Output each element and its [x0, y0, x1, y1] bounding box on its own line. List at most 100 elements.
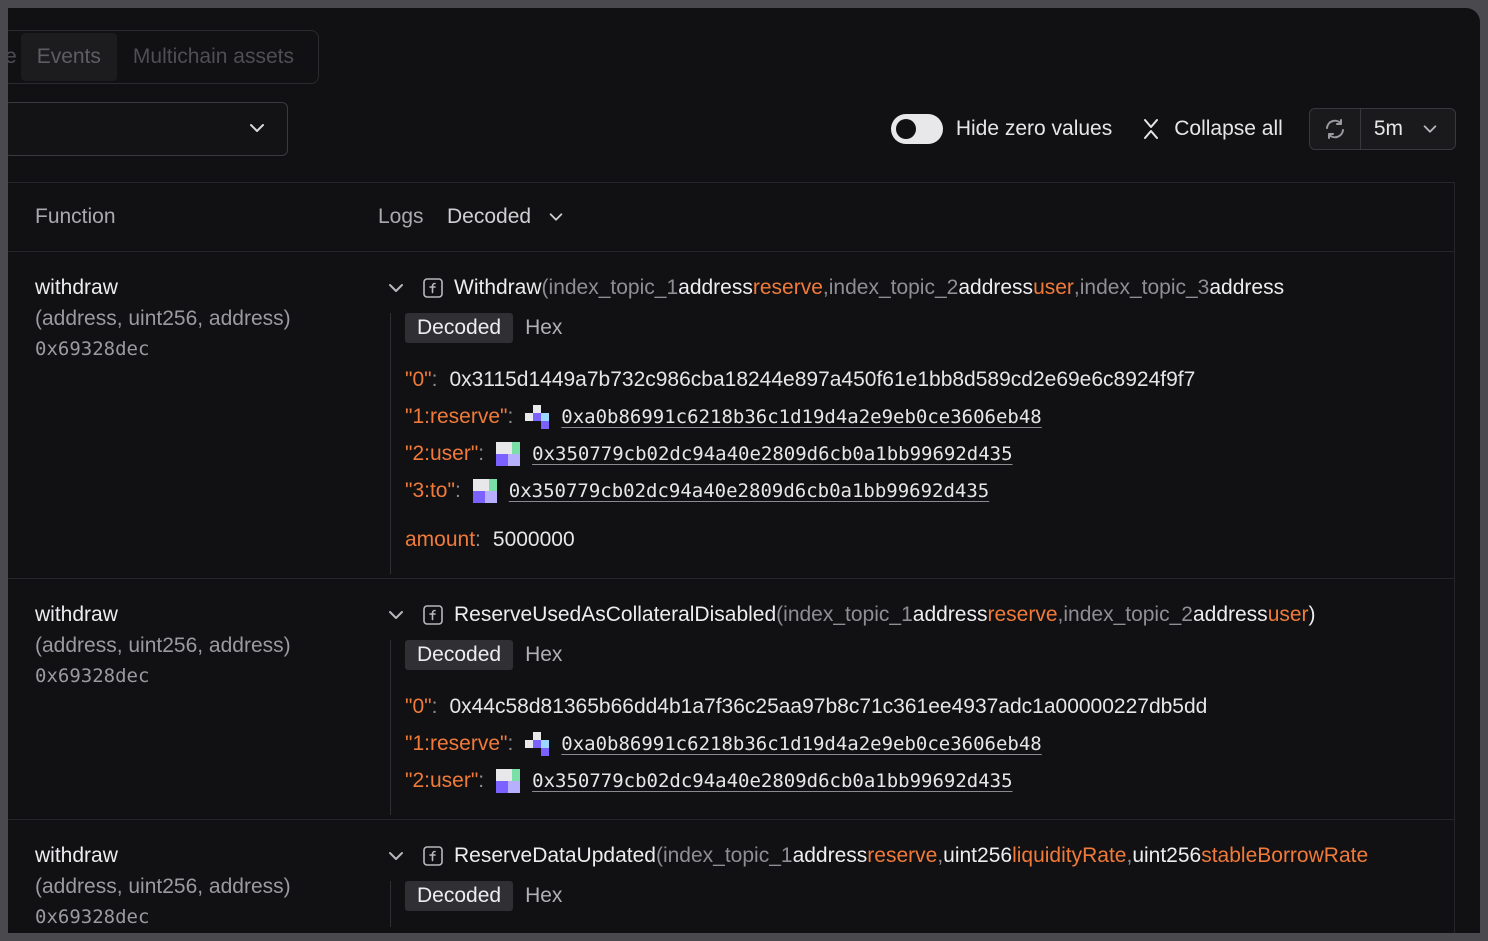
chevron-down-icon[interactable] — [386, 278, 406, 298]
tab-hex[interactable]: Hex — [513, 313, 574, 343]
event-param-name: user — [1267, 602, 1309, 626]
event-header[interactable]: Withdraw (index_topic_1 address reserve,… — [386, 272, 1436, 303]
topic-field: "3:to": 0x350779cb02dc94a40e2809d6cb0a1b… — [405, 472, 1436, 509]
address-link[interactable]: 0x350779cb02dc94a40e2809d6cb0a1bb99692d4… — [509, 480, 989, 502]
topic-field: "1:reserve": 0xa0b86991c6218b36c1d19d4a2… — [405, 398, 1436, 435]
address-avatar-icon — [496, 768, 521, 793]
field-colon: : — [478, 768, 485, 792]
event-param-label: index_topic_1 — [783, 602, 913, 626]
address-link[interactable]: 0xa0b86991c6218b36c1d19d4a2e9eb0ce3606eb… — [561, 733, 1041, 755]
topic-field: "2:user": 0x350779cb02dc94a40e2809d6cb0a… — [405, 762, 1436, 799]
view-tabs: Decoded Hex — [405, 881, 1436, 911]
field-colon: : — [507, 404, 514, 428]
chevron-down-icon[interactable] — [386, 605, 406, 625]
tab-partial[interactable]: e — [8, 33, 21, 81]
logs-mode-select[interactable]: Decoded — [447, 205, 565, 229]
view-tabs: Decoded Hex — [405, 313, 1436, 343]
tab-multichain-assets[interactable]: Multichain assets — [117, 33, 310, 81]
event-param-type: address — [1209, 275, 1285, 299]
function-name: withdraw — [35, 276, 118, 299]
col-function: Function — [35, 205, 116, 228]
hide-zero-label: Hide zero values — [955, 117, 1113, 140]
event-header[interactable]: ReserveDataUpdated (index_topic_1 addres… — [386, 840, 1436, 871]
field-colon: : — [431, 367, 438, 391]
table-row: withdraw (address, uint256, address) 0x6… — [8, 820, 1454, 933]
app-frame: e Events Multichain assets Hide zero val… — [8, 8, 1480, 933]
collapse-all-button[interactable]: Collapse all — [1142, 117, 1283, 141]
function-signature: (address, uint256, address) — [35, 634, 291, 657]
function-selector: 0x69328dec — [35, 665, 150, 687]
tab-decoded[interactable]: Decoded — [405, 881, 514, 911]
topic-field: "2:user": 0x350779cb02dc94a40e2809d6cb0a… — [405, 435, 1436, 472]
log-cell: ReserveDataUpdated (index_topic_1 addres… — [386, 840, 1436, 927]
event-param-name: liquidityRate — [1012, 843, 1127, 867]
field-colon: : — [431, 694, 438, 718]
tab-events[interactable]: Events — [20, 33, 117, 81]
chevron-down-icon — [549, 213, 563, 221]
view-tabs: Decoded Hex — [405, 640, 1436, 670]
address-link[interactable]: 0x350779cb02dc94a40e2809d6cb0a1bb99692d4… — [532, 770, 1012, 792]
event-body: Decoded Hex — [390, 881, 1436, 927]
event-paren: ( — [655, 843, 663, 867]
event-name: ReserveUsedAsCollateralDisabled — [454, 602, 777, 626]
field-colon: : — [475, 527, 481, 551]
field-key: "0" — [405, 694, 432, 718]
logs-mode-value: Decoded — [447, 205, 532, 228]
field-value: 0x44c58d81365b66dd4b1a7f36c25aa97b8c71c3… — [449, 694, 1208, 718]
event-param-name: reserve — [752, 275, 823, 299]
function-signature: (address, uint256, address) — [35, 875, 291, 898]
field-key: "2:user" — [405, 768, 479, 792]
log-cell: Withdraw (index_topic_1 address reserve,… — [386, 272, 1436, 574]
event-param-type: address — [912, 602, 988, 626]
refresh-button[interactable] — [1310, 109, 1361, 149]
topic-field: "1:reserve": 0xa0b86991c6218b36c1d19d4a2… — [405, 725, 1436, 762]
tab-hex[interactable]: Hex — [513, 881, 574, 911]
tab-decoded[interactable]: Decoded — [405, 313, 514, 343]
collapse-icon — [1144, 119, 1159, 139]
field-colon: : — [478, 441, 485, 465]
function-cell: withdraw (address, uint256, address) 0x6… — [35, 599, 291, 692]
event-param-type: address — [1192, 602, 1268, 626]
event-param-type: uint256 — [943, 843, 1013, 867]
function-name: withdraw — [35, 603, 118, 626]
field-key: "2:user" — [405, 441, 479, 465]
table-row: withdraw (address, uint256, address) 0x6… — [8, 579, 1454, 820]
hide-zero-toggle[interactable] — [890, 114, 943, 144]
event-body: Decoded Hex "0": 0x44c58d81365b66dd4b1a7… — [390, 640, 1436, 815]
event-name: ReserveDataUpdated — [454, 843, 656, 867]
table-row: withdraw (address, uint256, address) 0x6… — [8, 252, 1454, 579]
address-avatar-icon — [496, 441, 521, 466]
topic-field: "0": 0x3115d1449a7b732c986cba18244e897a4… — [405, 361, 1436, 398]
address-avatar-icon — [525, 731, 550, 756]
field-value: 0x3115d1449a7b732c986cba18244e897a450f61… — [449, 367, 1196, 391]
field-key: amount — [405, 527, 476, 551]
table-header: Function Logs Decoded — [8, 183, 1454, 252]
tab-hex[interactable]: Hex — [513, 640, 574, 670]
field-colon: : — [507, 731, 514, 755]
tab-bar: e Events Multichain assets — [8, 30, 319, 84]
tab-decoded[interactable]: Decoded — [405, 640, 514, 670]
address-link[interactable]: 0xa0b86991c6218b36c1d19d4a2e9eb0ce3606eb… — [561, 406, 1041, 428]
event-param-name: reserve — [987, 602, 1058, 626]
event-param-label: index_topic_1 — [662, 843, 793, 867]
event-param-name: user — [1033, 275, 1074, 299]
filter-select[interactable] — [8, 102, 288, 156]
address-avatar-icon — [472, 478, 497, 503]
amount-field: amount: 5000000 — [405, 521, 1436, 558]
chevron-down-icon[interactable] — [386, 846, 406, 866]
interval-select[interactable]: 5m — [1361, 109, 1455, 149]
event-param-type: uint256 — [1132, 843, 1202, 867]
address-avatar-icon — [525, 404, 550, 429]
function-icon — [423, 604, 443, 625]
event-param-label: index_topic_2 — [828, 275, 959, 299]
event-paren: ( — [776, 602, 784, 626]
address-link[interactable]: 0x350779cb02dc94a40e2809d6cb0a1bb99692d4… — [532, 443, 1012, 465]
event-param-label: index_topic_3 — [1079, 275, 1210, 299]
function-cell: withdraw (address, uint256, address) 0x6… — [35, 272, 291, 365]
toolbar: Hide zero values Collapse all 5m — [890, 108, 1456, 150]
function-selector: 0x69328dec — [35, 338, 150, 360]
chevron-down-icon — [250, 124, 264, 132]
field-key: "1:reserve" — [405, 404, 508, 428]
event-header[interactable]: ReserveUsedAsCollateralDisabled (index_t… — [386, 599, 1436, 630]
field-key: "1:reserve" — [405, 731, 508, 755]
